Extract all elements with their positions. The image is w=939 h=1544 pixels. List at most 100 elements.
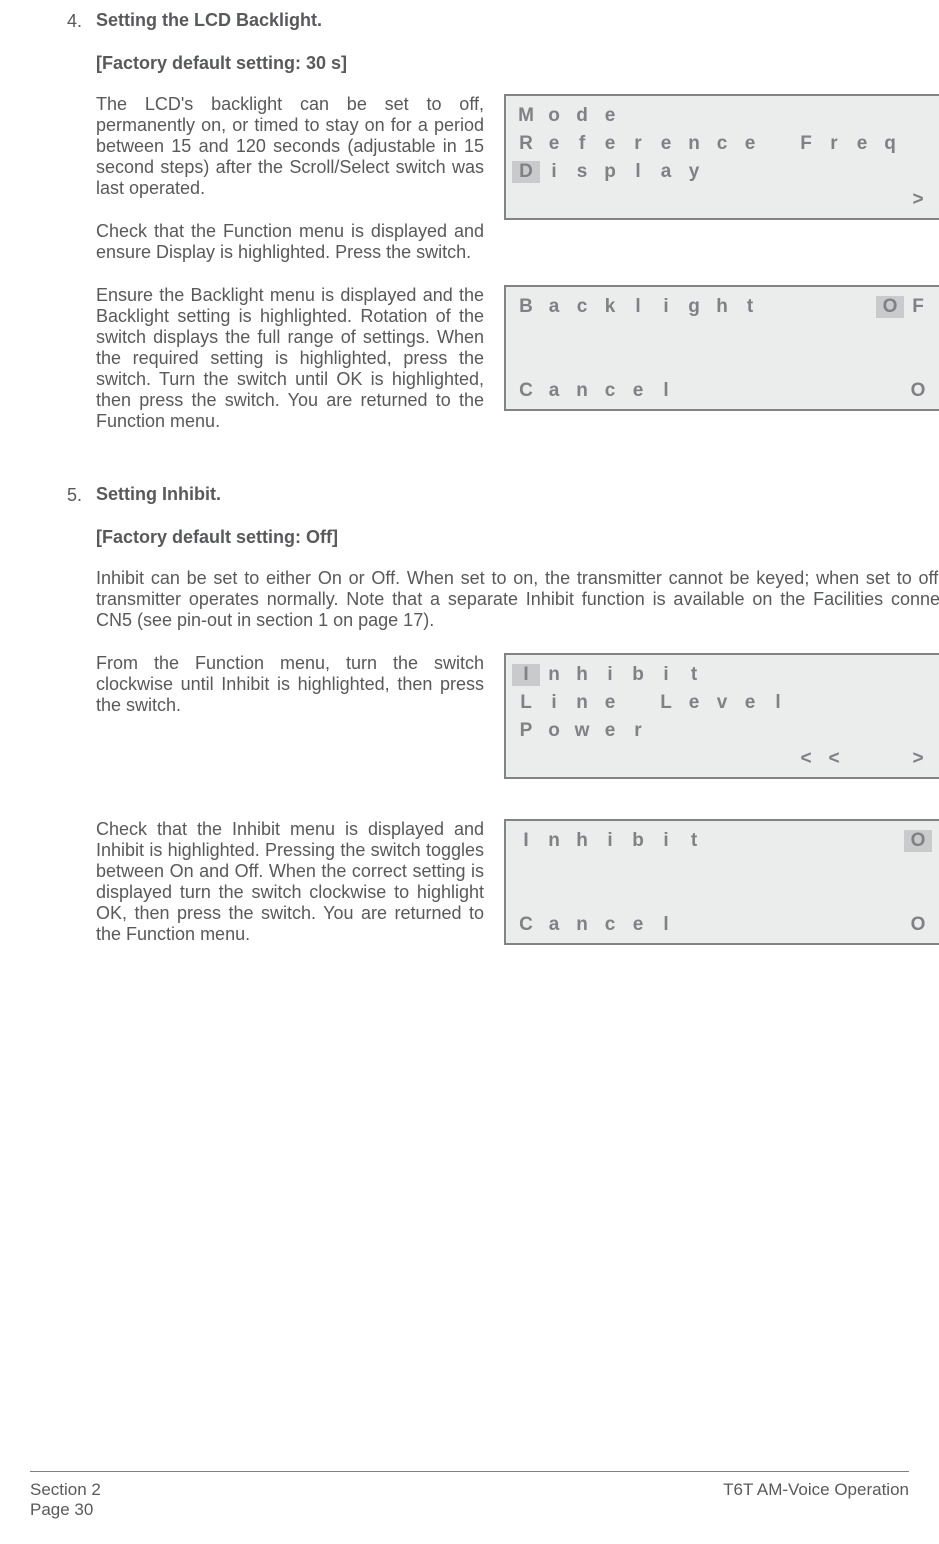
lcd-cell: n: [568, 692, 596, 714]
lcd-cell: c: [708, 133, 736, 155]
lcd-cell: l: [652, 380, 680, 402]
lcd-cell: p: [596, 161, 624, 183]
lcd-cell: a: [540, 914, 568, 936]
section-heading: Setting Inhibit.: [96, 484, 939, 505]
footer-page: Page 30: [30, 1500, 101, 1520]
lcd-cell: O: [904, 914, 932, 936]
footer-section: Section 2: [30, 1480, 101, 1500]
lcd-cell: r: [624, 133, 652, 155]
lcd-cell: r: [624, 720, 652, 742]
lcd-cell: O: [904, 380, 932, 402]
lcd-cell: P: [512, 720, 540, 742]
lcd-cell: I: [512, 664, 540, 686]
lcd-cell: l: [624, 296, 652, 318]
lcd-cell: F: [792, 133, 820, 155]
lcd-cell: >: [904, 748, 932, 770]
lcd-cell: i: [540, 161, 568, 183]
lcd-cell: n: [540, 664, 568, 686]
lcd-cell: L: [512, 692, 540, 714]
lcd-cell: l: [764, 692, 792, 714]
lcd-cell: v: [708, 692, 736, 714]
body-text: Check that the Inhibit menu is displayed…: [96, 819, 484, 945]
lcd-cell: h: [568, 830, 596, 852]
lcd-cell: q: [876, 133, 904, 155]
lcd-cell: e: [624, 380, 652, 402]
lcd-cell: e: [848, 133, 876, 155]
lcd-cell: d: [568, 105, 596, 127]
lcd-cell: e: [652, 133, 680, 155]
lcd-cell: >: [932, 748, 939, 770]
lcd-cell: e: [596, 105, 624, 127]
lcd-cell: l: [652, 914, 680, 936]
body-text: Ensure the Backlight menu is displayed a…: [96, 285, 484, 432]
lcd-cell: b: [624, 830, 652, 852]
lcd-cell: o: [540, 105, 568, 127]
lcd-display-inhibit-setting: InhibitONCancelOK: [504, 819, 939, 945]
lcd-cell: e: [596, 133, 624, 155]
lcd-display-backlight: BacklightOFFCancelOK: [504, 285, 939, 411]
lcd-cell: t: [680, 830, 708, 852]
lcd-cell: D: [512, 161, 540, 183]
lcd-cell: N: [932, 830, 939, 852]
lcd-cell: C: [512, 380, 540, 402]
section-heading: Setting the LCD Backlight.: [96, 10, 939, 31]
lcd-display-inhibit-menu: InhibitLineLevelPower<<>>: [504, 653, 939, 779]
lcd-cell: a: [652, 161, 680, 183]
lcd-cell: t: [680, 664, 708, 686]
lcd-cell: k: [596, 296, 624, 318]
footer-divider: [30, 1471, 909, 1472]
lcd-cell: i: [652, 830, 680, 852]
lcd-cell: e: [540, 133, 568, 155]
lcd-cell: e: [596, 720, 624, 742]
lcd-cell: y: [680, 161, 708, 183]
lcd-cell: R: [512, 133, 540, 155]
lcd-cell: s: [568, 161, 596, 183]
lcd-cell: h: [708, 296, 736, 318]
lcd-cell: i: [652, 664, 680, 686]
lcd-cell: o: [540, 720, 568, 742]
lcd-cell: B: [512, 296, 540, 318]
list-number: 4.: [54, 10, 82, 32]
lcd-display-mode: ModeReferenceFreqDisplay>>: [504, 94, 939, 220]
lcd-cell: e: [680, 692, 708, 714]
lcd-cell: l: [624, 161, 652, 183]
lcd-cell: c: [568, 296, 596, 318]
lcd-cell: n: [680, 133, 708, 155]
footer-right: T6T AM-Voice Operation: [723, 1480, 909, 1520]
lcd-cell: b: [624, 664, 652, 686]
body-text: Check that the Function menu is displaye…: [96, 221, 484, 263]
lcd-cell: K: [932, 380, 939, 402]
lcd-cell: e: [736, 692, 764, 714]
lcd-cell: h: [568, 664, 596, 686]
lcd-cell: e: [624, 914, 652, 936]
lcd-cell: i: [596, 664, 624, 686]
lcd-cell: i: [652, 296, 680, 318]
lcd-cell: n: [568, 914, 596, 936]
lcd-cell: M: [512, 105, 540, 127]
lcd-cell: f: [568, 133, 596, 155]
lcd-cell: n: [540, 830, 568, 852]
lcd-cell: c: [596, 380, 624, 402]
lcd-cell: a: [540, 380, 568, 402]
lcd-cell: e: [736, 133, 764, 155]
lcd-cell: F: [932, 296, 939, 318]
lcd-cell: <: [820, 748, 848, 770]
lcd-cell: F: [904, 296, 932, 318]
body-text: Inhibit can be set to either On or Off. …: [96, 568, 939, 631]
body-text: The LCD's backlight can be set to off, p…: [96, 94, 484, 199]
list-number: 5.: [54, 484, 82, 506]
lcd-cell: C: [512, 914, 540, 936]
lcd-cell: w: [568, 720, 596, 742]
lcd-cell: n: [568, 380, 596, 402]
lcd-cell: g: [680, 296, 708, 318]
lcd-cell: O: [876, 296, 904, 318]
lcd-cell: t: [736, 296, 764, 318]
lcd-cell: r: [820, 133, 848, 155]
lcd-cell: i: [596, 830, 624, 852]
lcd-cell: a: [540, 296, 568, 318]
lcd-cell: I: [512, 830, 540, 852]
lcd-cell: >: [904, 189, 932, 211]
lcd-cell: e: [596, 692, 624, 714]
lcd-cell: i: [540, 692, 568, 714]
lcd-cell: <: [792, 748, 820, 770]
